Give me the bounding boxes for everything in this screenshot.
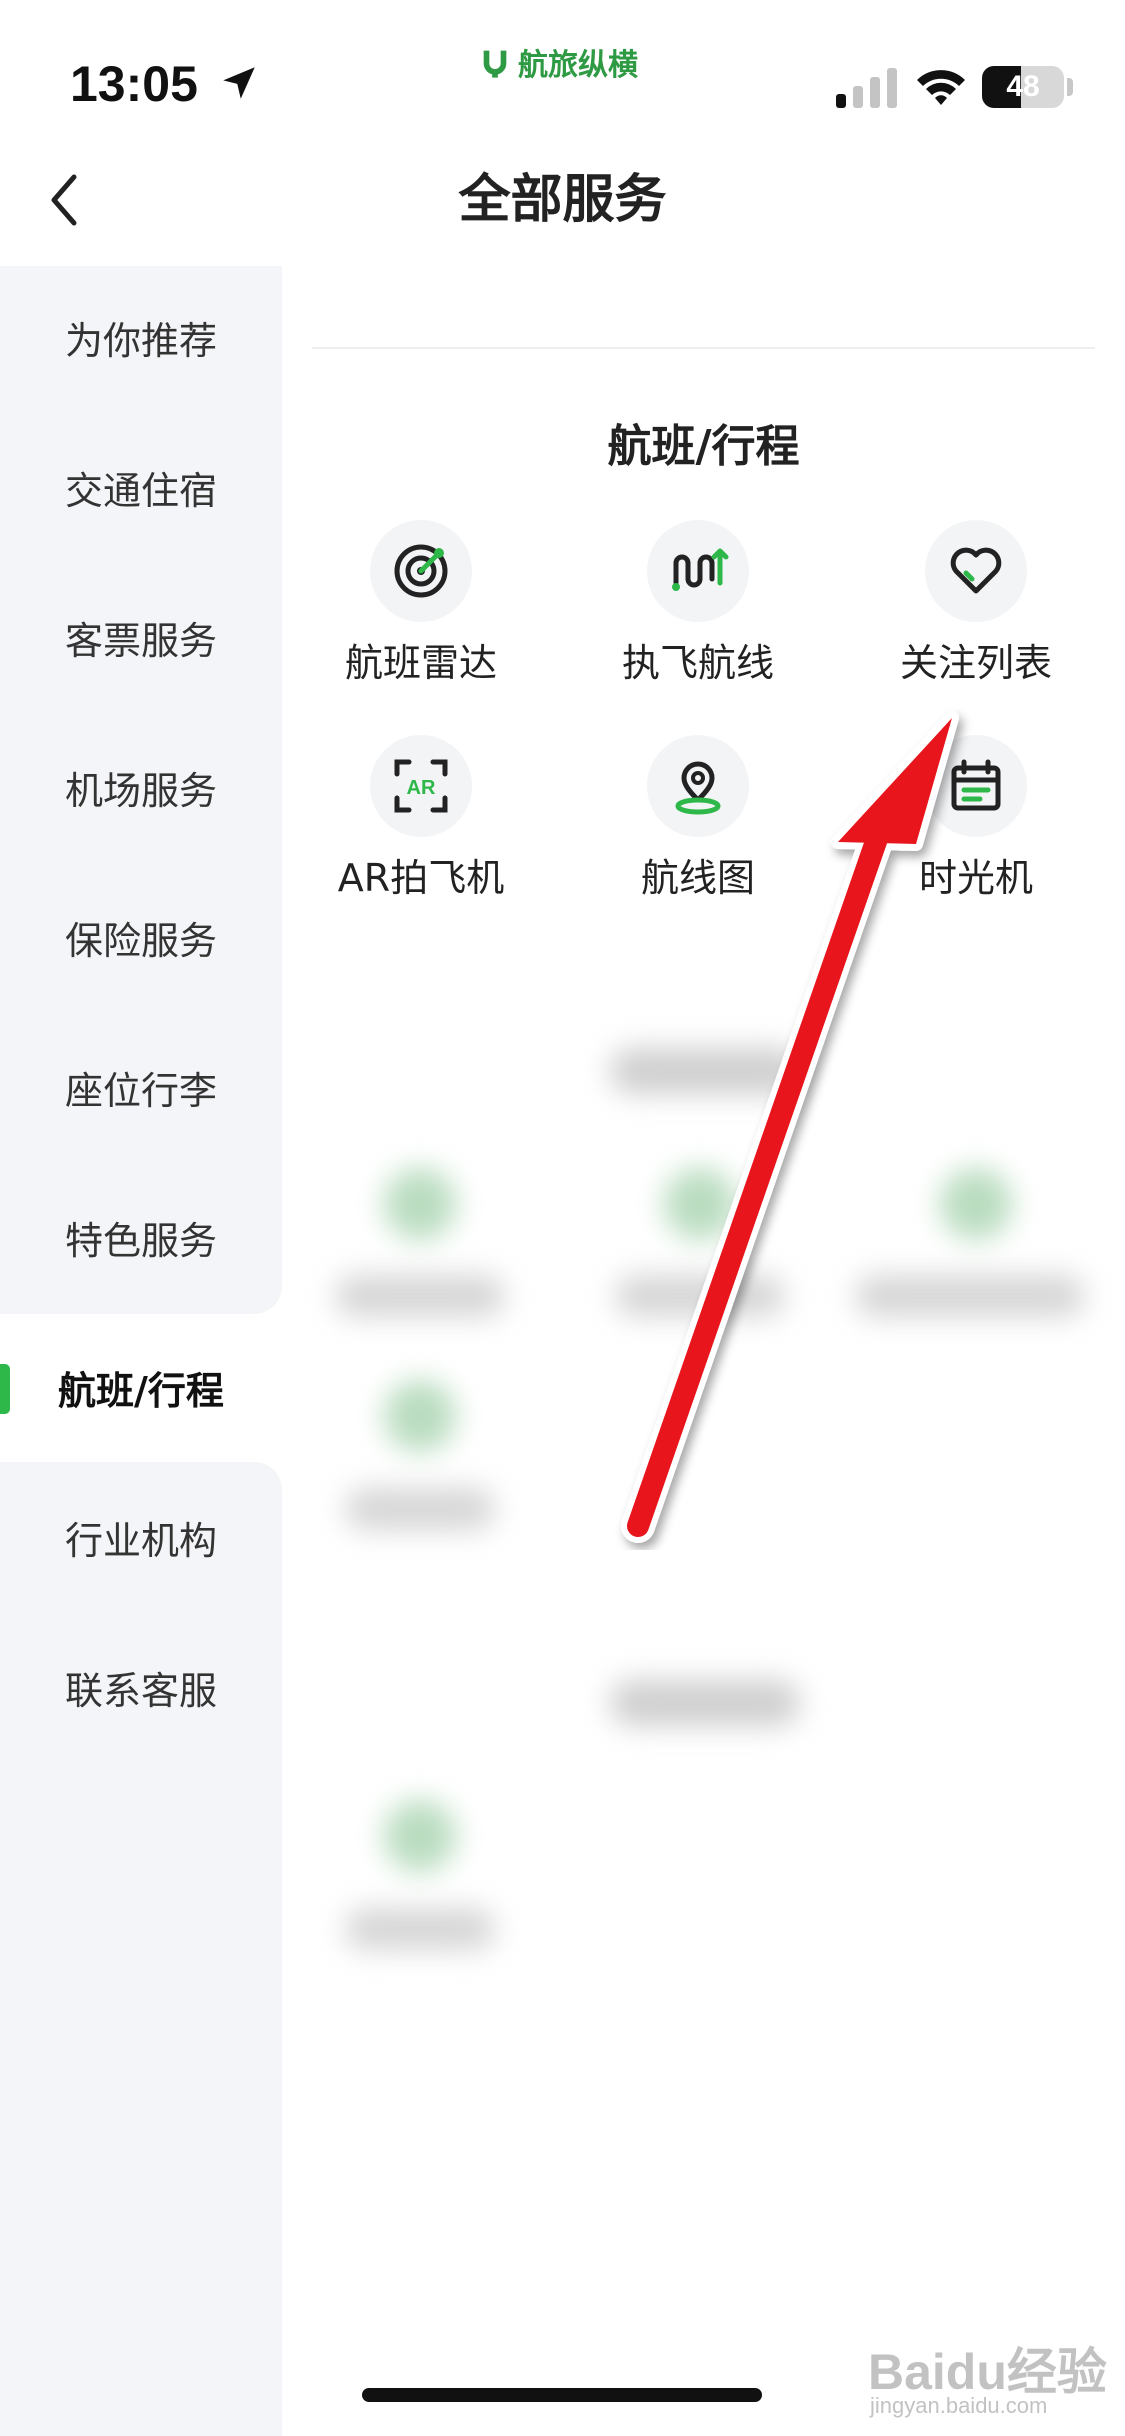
wifi-icon	[917, 70, 965, 105]
blurred-service-label	[345, 1908, 495, 1950]
page-title: 全部服务	[458, 170, 667, 230]
battery-indicator: 48	[982, 66, 1064, 108]
route-icon	[647, 520, 749, 622]
service-label: 航班雷达	[344, 641, 497, 685]
sidebar-item-ticket-service[interactable]: 客票服务	[0, 566, 282, 716]
ar-icon: AR	[370, 735, 472, 837]
service-ar-plane-photo[interactable]: AR AR拍飞机	[291, 735, 551, 902]
sidebar-item-insurance[interactable]: 保险服务	[0, 866, 282, 1016]
sidebar-item-contact-support[interactable]: 联系客服	[0, 1616, 282, 1766]
service-time-machine[interactable]: 时光机	[846, 735, 1106, 902]
status-time: 13:05	[70, 56, 198, 112]
blurred-service-label	[855, 1275, 1085, 1317]
svg-text:AR: AR	[407, 777, 436, 799]
blurred-service-icon	[664, 1168, 736, 1240]
blurred-service-icon	[384, 1168, 456, 1240]
service-watch-list[interactable]: 关注列表	[846, 520, 1106, 687]
service-label: AR拍飞机	[337, 856, 505, 900]
location-arrow-icon	[223, 67, 255, 99]
brand-logo: 航旅纵横	[478, 40, 638, 84]
service-label: 关注列表	[899, 641, 1052, 685]
service-label: 航线图	[640, 856, 755, 900]
service-label: 执飞航线	[621, 641, 774, 685]
sidebar-item-special-service[interactable]: 特色服务	[0, 1166, 282, 1316]
service-route-map[interactable]: 航线图	[568, 735, 828, 902]
sidebar-item-airport-service[interactable]: 机场服务	[0, 716, 282, 866]
section-title: 航班/行程	[607, 421, 800, 472]
sidebar-item-recommended[interactable]: 为你推荐	[0, 266, 282, 416]
battery-level: 48	[1006, 70, 1040, 103]
blurred-service-icon	[384, 1800, 456, 1872]
blurred-service-icon	[940, 1168, 1012, 1240]
brand-icon	[483, 50, 507, 78]
service-label: 时光机	[918, 856, 1033, 900]
sidebar-item-flight-trip[interactable]: 航班/行程	[0, 1316, 282, 1466]
blurred-service-icon	[384, 1380, 456, 1452]
blurred-service-label	[335, 1275, 505, 1317]
status-bar: 13:05 航旅纵横 48	[0, 0, 1125, 150]
radar-icon	[370, 520, 472, 622]
blurred-section-title	[610, 1048, 800, 1094]
section-divider	[312, 347, 1095, 349]
battery-cap	[1067, 78, 1073, 96]
watermark-url: jingyan.baidu.com	[870, 2393, 1048, 2418]
calendar-icon	[925, 735, 1027, 837]
sidebar-item-transport-hotel[interactable]: 交通住宿	[0, 416, 282, 566]
service-operating-routes[interactable]: 执飞航线	[568, 520, 828, 687]
heart-icon	[925, 520, 1027, 622]
home-indicator	[362, 2388, 762, 2402]
map-pin-icon	[647, 735, 749, 837]
brand-name: 航旅纵横	[518, 48, 638, 83]
blurred-section-title	[610, 1680, 800, 1726]
blurred-service-label	[615, 1275, 785, 1317]
blurred-service-label	[345, 1488, 495, 1530]
sidebar-item-industry-org[interactable]: 行业机构	[0, 1466, 282, 1616]
sidebar-item-seat-baggage[interactable]: 座位行李	[0, 1016, 282, 1166]
service-flight-radar[interactable]: 航班雷达	[291, 520, 551, 687]
cellular-signal-icon	[836, 68, 897, 108]
